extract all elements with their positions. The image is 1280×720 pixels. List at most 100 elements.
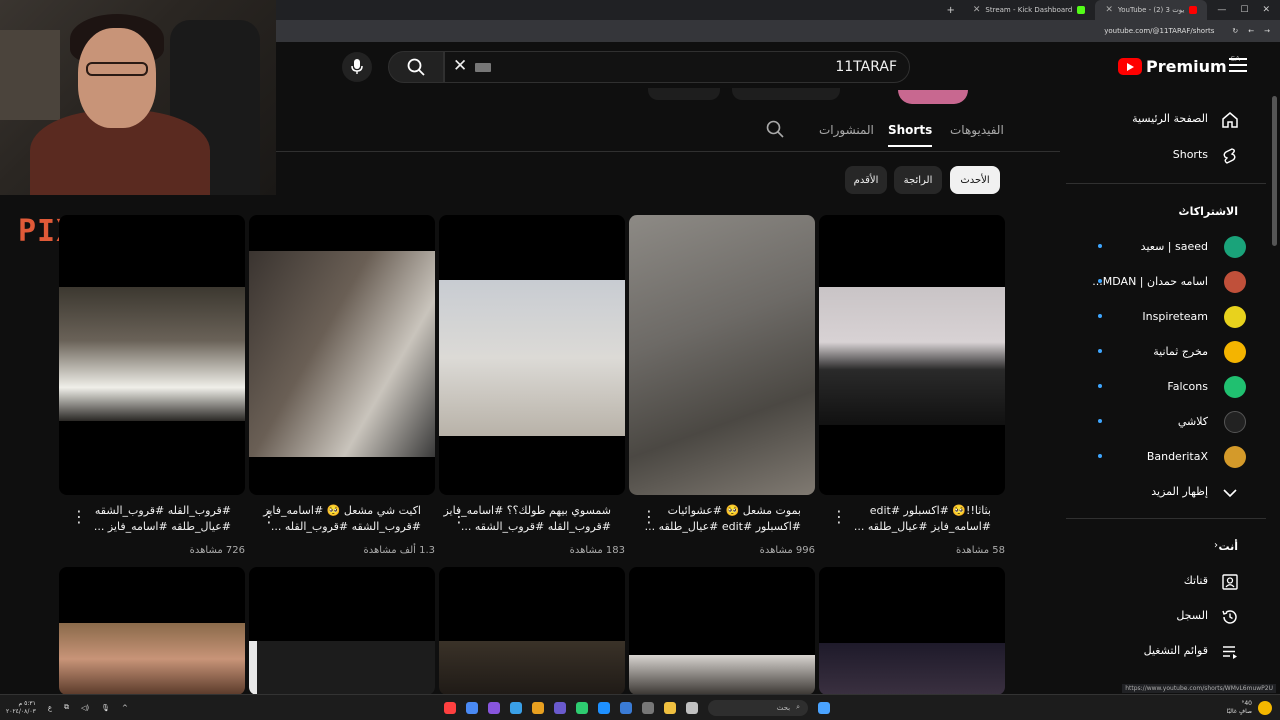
new-content-dot — [1098, 279, 1102, 283]
app-icon[interactable] — [554, 701, 566, 714]
avatar — [1224, 341, 1246, 363]
sidebar-item-label: قناتك — [1183, 574, 1208, 587]
windows-start-icon[interactable] — [818, 701, 830, 714]
new-content-dot — [1098, 314, 1102, 318]
store-icon[interactable] — [642, 701, 654, 714]
keyboard-icon[interactable] — [475, 63, 491, 72]
more-options-icon[interactable]: ⋮ — [71, 509, 87, 525]
playlist-icon — [1220, 642, 1240, 662]
channel-search-icon[interactable] — [766, 120, 784, 142]
back-icon[interactable]: ← — [1248, 27, 1254, 35]
more-options-icon[interactable]: ⋮ — [831, 509, 847, 525]
short-thumbnail[interactable] — [59, 567, 245, 695]
microphone-icon — [351, 59, 363, 74]
short-thumbnail[interactable] — [629, 567, 815, 695]
clock-time: ٥:٣١ م — [18, 699, 36, 707]
tab-kick[interactable]: ✕ Stream - Kick Dashboard — [963, 0, 1096, 20]
sidebar-show-more[interactable]: إظهار المزيد — [1066, 475, 1266, 509]
more-options-icon[interactable]: ⋮ — [261, 509, 277, 525]
short-thumbnail[interactable] — [439, 215, 625, 495]
steam-icon[interactable] — [598, 701, 610, 714]
avatar — [1224, 376, 1246, 398]
obs-icon[interactable] — [444, 701, 456, 714]
maximize-icon[interactable]: ☐ — [1240, 5, 1248, 15]
clear-search-icon[interactable]: ✕ — [453, 56, 467, 76]
sidebar-item-history[interactable]: السجل — [1066, 599, 1266, 633]
sidebar-item-subscription[interactable]: اسامه حمدان | MDAN... — [1066, 265, 1266, 299]
search-button[interactable] — [388, 51, 444, 83]
subscriptions-heading[interactable]: الاشتراكات — [1179, 205, 1238, 218]
sidebar-item-subscription[interactable]: Falcons — [1066, 370, 1266, 404]
clock[interactable]: ٥:٣١ م ٢٠٢٤/٠٨/٠٣ — [6, 700, 36, 716]
you-heading[interactable]: أنت — [1218, 540, 1238, 553]
chevron-up-icon[interactable]: ^ — [122, 704, 128, 712]
mic-tray-icon[interactable]: 🎙 — [101, 704, 110, 712]
discord-icon[interactable] — [488, 701, 500, 714]
tab-videos[interactable]: الفيديوهات — [950, 123, 1004, 137]
app-icon[interactable] — [532, 701, 544, 714]
language-icon[interactable]: ع — [48, 704, 52, 712]
tab-shorts[interactable]: Shorts — [888, 123, 933, 147]
sidebar-item-your-channel[interactable]: قناتك — [1066, 564, 1266, 598]
sidebar-item-subscription[interactable]: BanderitaX — [1066, 440, 1266, 474]
sidebar-item-shorts[interactable]: Shorts — [1066, 138, 1266, 172]
voice-search-button[interactable] — [342, 52, 372, 82]
chip-oldest[interactable]: الأقدم — [845, 166, 887, 194]
chevron-right-icon[interactable]: › — [1214, 540, 1218, 551]
sidebar-item-subscription[interactable]: مخرج ثمانية — [1066, 335, 1266, 369]
brand-label: Premium — [1146, 57, 1227, 76]
forward-icon[interactable]: → — [1264, 27, 1270, 35]
more-options-icon[interactable]: ⋮ — [451, 509, 467, 525]
short-thumbnail[interactable] — [439, 567, 625, 695]
sidebar-item-home[interactable]: الصفحة الرئيسية — [1066, 102, 1266, 136]
tab-youtube[interactable]: ✕ YouTube - (2) يوت 3 — [1095, 0, 1208, 20]
minimize-icon[interactable]: — — [1217, 5, 1226, 15]
channel-action-button[interactable] — [648, 88, 720, 100]
short-thumbnail[interactable] — [59, 215, 245, 495]
tab-title: YouTube - (2) يوت 3 — [1117, 6, 1185, 14]
sidebar-item-subscription[interactable]: كلاشي — [1066, 405, 1266, 439]
sidebar-item-subscription[interactable]: saeed | سعيد — [1066, 230, 1266, 264]
sun-icon — [1258, 700, 1272, 715]
youtube-premium-logo[interactable]: Premium SA — [1118, 55, 1240, 76]
url-field[interactable]: youtube.com/@11TARAF/shorts — [1104, 27, 1214, 35]
reload-icon[interactable]: ↻ — [1232, 27, 1238, 35]
tab-posts[interactable]: المنشورات — [819, 123, 874, 137]
close-icon[interactable]: ✕ — [1105, 5, 1113, 15]
search-input[interactable]: ✕ 11TARAF — [444, 51, 910, 83]
taskbar-search[interactable]: بحث ⌕ — [708, 699, 808, 716]
edge-icon[interactable] — [620, 701, 632, 714]
history-icon — [1220, 607, 1240, 627]
sidebar-item-playlists[interactable]: قوائم التشغيل — [1066, 634, 1266, 668]
weather-widget[interactable]: °40 صافٍ غالبًا — [1227, 700, 1272, 716]
short-thumbnail[interactable] — [819, 215, 1005, 495]
scrollbar[interactable] — [1272, 96, 1277, 246]
chip-popular[interactable]: الرائجة — [894, 166, 942, 194]
close-icon[interactable]: ✕ — [973, 5, 981, 15]
webcam-overlay — [0, 0, 276, 195]
short-thumbnail[interactable] — [249, 567, 435, 695]
chevron-right-icon[interactable]: › — [1182, 205, 1186, 216]
folder-icon[interactable] — [664, 701, 676, 714]
hamburger-menu-icon[interactable] — [1229, 58, 1247, 72]
chrome-icon[interactable] — [466, 701, 478, 714]
chip-newest[interactable]: الأحدث — [950, 166, 1000, 194]
taskbar: ٥:٣١ م ٢٠٢٤/٠٨/٠٣ ع ⧉ ◁) 🎙 ^ بحث ⌕ °40 ص… — [0, 694, 1280, 720]
short-thumbnail[interactable] — [819, 567, 1005, 695]
short-thumbnail[interactable] — [249, 215, 435, 495]
short-thumbnail[interactable] — [629, 215, 815, 495]
browser-tab-bar: + ✕ Stream - Kick Dashboard ✕ YouTube - … — [276, 0, 1280, 20]
volume-icon[interactable]: ◁) — [81, 704, 89, 712]
widgets-icon[interactable] — [686, 701, 698, 714]
network-icon[interactable]: ⧉ — [64, 703, 69, 712]
browser-icon[interactable] — [510, 701, 522, 714]
sidebar-item-subscription[interactable]: Inspireteam — [1066, 300, 1266, 334]
more-options-icon[interactable]: ⋮ — [641, 509, 657, 525]
new-tab-button[interactable]: + — [938, 5, 962, 16]
taskbar-tray-left: ٥:٣١ م ٢٠٢٤/٠٨/٠٣ ع ⧉ ◁) 🎙 ^ — [6, 700, 128, 716]
close-window-icon[interactable]: ✕ — [1262, 5, 1270, 15]
avatar — [1224, 271, 1246, 293]
minecraft-icon[interactable] — [576, 701, 588, 714]
your-channel-icon — [1220, 572, 1240, 592]
channel-action-button[interactable] — [732, 88, 840, 100]
